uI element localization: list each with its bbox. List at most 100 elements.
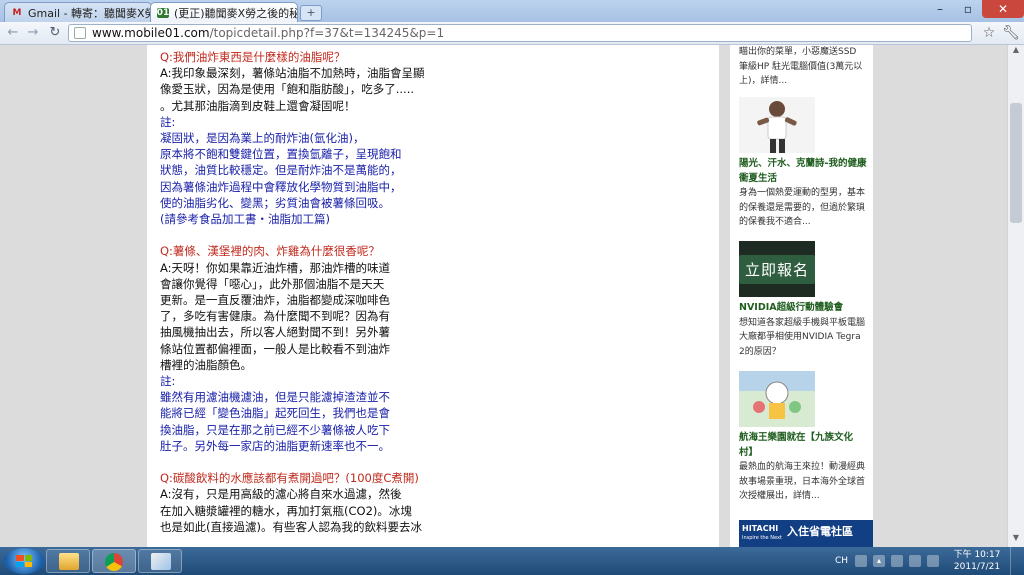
register-banner[interactable]: 立即報名	[739, 241, 815, 297]
page-icon	[74, 27, 86, 39]
address-bar[interactable]: www.mobile01.com /topicdetail.php?f=37&t…	[68, 24, 972, 42]
post-note: 註:	[160, 114, 176, 129]
tab-gmail[interactable]: M Gmail - 轉寄：聽聞麥X勞 ✕	[4, 2, 152, 22]
taskbar-paint[interactable]	[138, 549, 182, 573]
sidebar-item-desc: 想知道各家超級手機與平板電腦大廠都爭相使用NVIDIA Tegra 2的原因？	[739, 317, 866, 357]
post-note: 狀態，油質比較穩定。但是耐炸油不是萬能的，	[160, 163, 402, 178]
post-question: Q:薯條、漢堡裡的肉、炸雞為什麼很香呢？	[160, 244, 380, 259]
scrollbar-thumb[interactable]	[1010, 103, 1022, 223]
post-answer: A:沒有，只是用高級的濾心將自來水過濾，然後	[160, 487, 402, 502]
sidebar-item-nvidia[interactable]: NVIDIA超級行動體驗會 想知道各家超級手機與平板電腦大廠都爭相使用NVIDI…	[739, 301, 867, 359]
sidebar-item-desc: 身為一個熱愛運動的型男，基本的保養還是需要的，但過於繁瑣的保養我不適合...	[739, 188, 866, 227]
post-answer: 像愛玉狀，因為是使用「飽和脂肪酸」，吃多了.....	[160, 82, 415, 97]
post-note: 使的油脂劣化、變黑；劣質油會被薯條回吸。	[160, 195, 390, 210]
wrench-icon[interactable]: 🔧︎	[1002, 24, 1020, 42]
gmail-icon: M	[12, 7, 22, 18]
sidebar-item-title[interactable]: 陽光、汗水、克蘭詩-我的健康衝夏生活	[739, 157, 867, 186]
post-question: Q:我們油炸東西是什麼樣的油脂呢？	[160, 50, 346, 64]
post-note: 肚子。另外每一家店的油脂更新速率也不一。	[160, 438, 390, 453]
post-note: (請參考食品加工書・油脂加工篇)	[160, 212, 330, 227]
taskbar-explorer[interactable]	[46, 549, 90, 573]
post-note: 凝固狀，是因為業上的耐炸油(氫化油)，	[160, 131, 365, 146]
folder-icon	[59, 553, 79, 570]
minimize-button[interactable]: –	[926, 0, 954, 18]
vertical-scrollbar[interactable]: ▲ ▼	[1007, 45, 1024, 547]
sidebar-promo-text[interactable]: 瞄出你的菜單，小惡魔送SSD 筆級HP 駐光電腦價值(3萬元以 上)，詳情...	[739, 45, 867, 89]
post-answer: 抽風機抽出去，所以客人絕對聞不到！另外薯	[160, 325, 390, 340]
show-hidden-icons-icon[interactable]: ▴	[873, 555, 886, 567]
web-page: Q:我們油炸東西是什麼樣的油脂呢？ A:我印象最深刻，薯條站油脂不加熱時，油脂會呈…	[0, 45, 1024, 547]
sidebar-item-title[interactable]: NVIDIA超級行動體驗會	[739, 301, 867, 316]
sidebar-item-health[interactable]: 陽光、汗水、克蘭詩-我的健康衝夏生活 身為一個熱愛運動的型男，基本的保養還是需要…	[739, 157, 867, 230]
post-note: 原本將不飽和雙鍵位置，置換氫離子，呈現飽和	[160, 147, 402, 162]
chrome-icon	[105, 553, 123, 571]
post-note: 雖然有用濾油機濾油，但是只能濾掉渣渣並不	[160, 390, 390, 405]
sidebar-item-desc: 最熱血的航海王來拉！動漫經典故事場景重現，日本海外全球首次授權展出，詳情...	[739, 462, 866, 501]
scroll-up-arrow-icon[interactable]: ▲	[1008, 45, 1024, 59]
show-desktop-button[interactable]	[1010, 547, 1024, 575]
post-note: 因為薯條油炸過程中會釋放化學物質到油脂中，	[160, 179, 402, 194]
hitachi-tagline: Inspire the Next	[742, 535, 782, 541]
banner-headline: 入住省電社區	[787, 525, 853, 538]
onepiece-thumbnail[interactable]	[739, 371, 815, 427]
clock-date: 2011/7/21	[953, 562, 1001, 572]
post-content: Q:我們油炸東西是什麼樣的油脂呢？ A:我印象最深刻，薯條站油脂不加熱時，油脂會呈…	[147, 45, 719, 547]
mobile01-icon: 01	[156, 7, 170, 18]
volume-icon[interactable]	[927, 555, 940, 567]
post-answer: 會讓你覺得「噁心」，此外那個油脂不是天天	[160, 276, 385, 291]
post-answer: 了，多吃有害健康。為什麼聞不到呢？因為有	[160, 309, 390, 324]
promo-line: 上)，詳情...	[739, 76, 788, 86]
maximize-button[interactable]: ▫	[954, 0, 982, 18]
forward-button[interactable]: →	[24, 25, 42, 41]
browser-toolbar: ← → ↻ www.mobile01.com /topicdetail.php?…	[0, 22, 1024, 45]
tab-title: Gmail - 轉寄：聽聞麥X勞	[28, 6, 152, 20]
windows-logo-icon	[16, 555, 32, 567]
promo-line: 瞄出你的菜單，小惡魔送SSD	[739, 47, 857, 57]
post-answer: A:我印象最深刻，薯條站油脂不加熱時，油脂會呈顯	[160, 66, 425, 81]
runner-thumbnail[interactable]	[739, 97, 815, 153]
register-label: 立即報名	[739, 254, 815, 284]
system-tray: CH ▴	[835, 552, 942, 570]
network-icon[interactable]	[909, 555, 922, 567]
post-answer: 也是如此(直接過濾)。有些客人認為我的飲料要去冰	[160, 519, 422, 534]
language-indicator[interactable]: CH	[835, 556, 848, 566]
post-answer: 更新。是一直反覆油炸，油脂都變成深咖啡色	[160, 293, 390, 308]
post-answer: A:天呀！你如果靠近油炸槽，那油炸槽的味道	[160, 260, 391, 275]
sidebar-item-onepiece[interactable]: 航海王樂園就在【九族文化村】 最熱血的航海王來拉！動漫經典故事場景重現，日本海外…	[739, 431, 867, 504]
post-note: 註:	[160, 374, 176, 389]
tab-strip: M Gmail - 轉寄：聽聞麥X勞 ✕ 01 (更正)聽聞麥X勞之後的秘 ✕ …	[0, 0, 1024, 22]
url-path: /topicdetail.php?f=37&t=134245&p=1	[209, 26, 445, 40]
sidebar: 瞄出你的菜單，小惡魔送SSD 筆級HP 駐光電腦價值(3萬元以 上)，詳情...…	[730, 45, 873, 547]
flag-icon[interactable]	[891, 555, 904, 567]
back-button[interactable]: ←	[4, 25, 22, 41]
scroll-down-arrow-icon[interactable]: ▼	[1008, 533, 1024, 547]
hitachi-ad-banner[interactable]: HITACHI Inspire the Next 入住省電社區	[739, 520, 873, 547]
post-note: 能將已經「變色油脂」起死回生，我們也是會	[160, 406, 390, 421]
window-close-button[interactable]: ✕	[982, 0, 1024, 18]
post-answer: 。尤其那油脂滴到皮鞋上還會凝固呢！	[160, 98, 356, 113]
system-clock[interactable]: 下午 10:17 2011/7/21	[952, 549, 1002, 573]
keyboard-icon[interactable]	[855, 555, 868, 567]
post-answer: 在加入糖漿罐裡的糖水，再加打氣瓶(CO2)。冰塊	[160, 503, 412, 518]
url-host: www.mobile01.com	[92, 26, 210, 40]
hitachi-logo: HITACHI	[742, 524, 779, 533]
new-tab-button[interactable]: +	[300, 5, 322, 21]
reload-button[interactable]: ↻	[46, 25, 64, 41]
post-note: 換油脂，只是在那之前已經不少薯條被人吃下	[160, 422, 390, 437]
tab-title: (更正)聽聞麥X勞之後的秘	[174, 6, 298, 20]
clock-time: 下午 10:17	[953, 550, 1001, 560]
paint-icon	[151, 553, 171, 570]
taskbar-chrome[interactable]	[92, 549, 136, 573]
tab-mobile01[interactable]: 01 (更正)聽聞麥X勞之後的秘 ✕	[150, 2, 298, 22]
post-question: Q:碳酸飲料的水應該都有煮開過吧？(100度C煮開)	[160, 471, 419, 486]
start-button[interactable]	[4, 548, 44, 574]
post-body: Q:我們油炸東西是什麼樣的油脂呢？ A:我印象最深刻，薯條站油脂不加熱時，油脂會呈…	[160, 49, 460, 535]
bookmark-star-icon[interactable]: ☆	[980, 24, 998, 42]
post-answer: 槽裡的油脂顏色。	[160, 357, 252, 372]
windows-taskbar: CH ▴ 下午 10:17 2011/7/21	[0, 547, 1024, 575]
sidebar-item-title[interactable]: 航海王樂園就在【九族文化村】	[739, 431, 867, 460]
post-answer: 條站位置都偏裡面，一般人是比較看不到油炸	[160, 341, 390, 356]
promo-line: 筆級HP 駐光電腦價值(3萬元以	[739, 61, 863, 72]
